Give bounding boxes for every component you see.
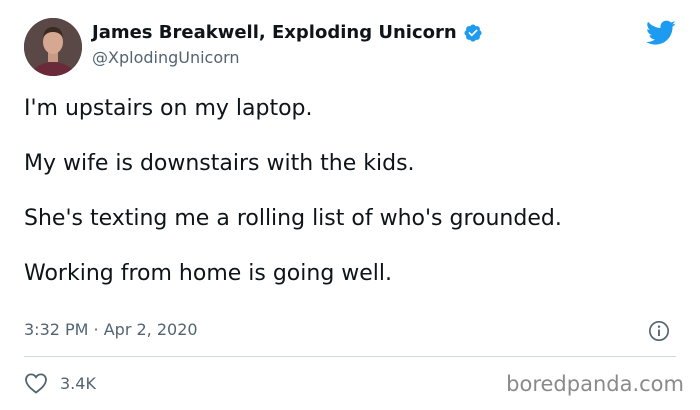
divider (24, 356, 676, 357)
author-block: James Breakwell, Exploding Unicorn @Xplo… (92, 22, 483, 66)
tweet-line: She's texting me a rolling list of who's… (24, 206, 562, 231)
watermark: boredpanda.com (506, 372, 684, 396)
info-icon[interactable] (648, 320, 670, 342)
tweet-text: I'm upstairs on my laptop. My wife is do… (24, 94, 674, 314)
tweet-line: Working from home is going well. (24, 261, 393, 286)
display-name[interactable]: James Breakwell, Exploding Unicorn (92, 24, 457, 42)
like-count: 3.4K (60, 373, 96, 393)
avatar[interactable] (24, 18, 82, 76)
twitter-bird-icon[interactable] (646, 20, 676, 46)
heart-icon (25, 373, 47, 394)
tweet-card: James Breakwell, Exploding Unicorn @Xplo… (0, 0, 700, 410)
tweet-line: My wife is downstairs with the kids. (24, 151, 415, 176)
like-button[interactable]: 3.4K (24, 372, 96, 394)
handle[interactable]: @XplodingUnicorn (92, 50, 483, 66)
timestamp[interactable]: 3:32 PM · Apr 2, 2020 (24, 320, 198, 339)
verified-badge-icon (464, 24, 482, 42)
tweet-line: I'm upstairs on my laptop. (24, 96, 313, 121)
profile-photo-icon (24, 18, 82, 76)
display-name-row: James Breakwell, Exploding Unicorn (92, 22, 483, 44)
